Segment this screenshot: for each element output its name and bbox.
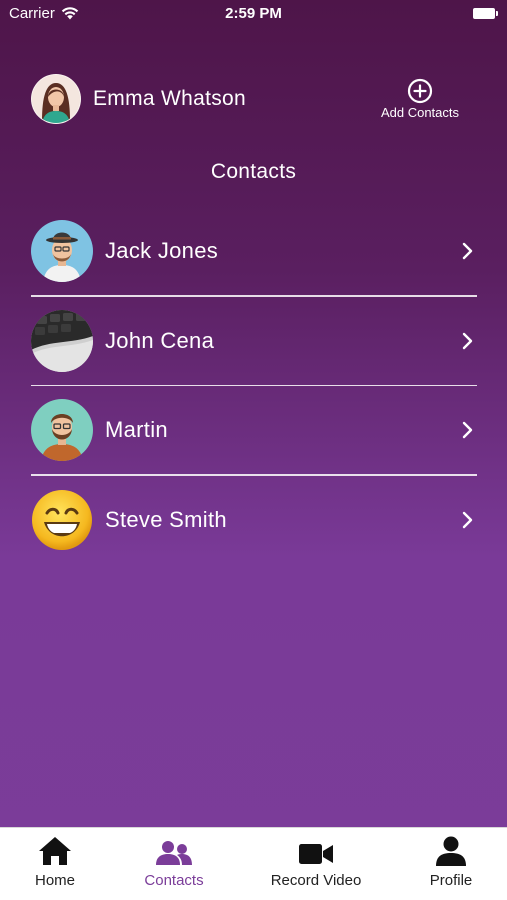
user-avatar [31,74,81,124]
chevron-right-icon [462,421,473,439]
keyboard-photo-avatar-icon [31,309,93,372]
status-bar: Carrier 2:59 PM [0,0,507,28]
battery-icon [473,8,498,19]
status-time: 2:59 PM [225,5,282,22]
grinning-emoji-avatar-icon [32,489,92,550]
tab-home-label: Home [34,872,75,889]
tab-home[interactable]: Home [22,834,88,894]
contact-row-jack-jones[interactable]: Jack Jones [31,207,477,295]
contact-avatar [31,399,93,461]
tab-record-video[interactable]: Record Video [262,834,370,894]
contact-list: Jack Jones John Cena Martin Steve Smith [31,207,477,564]
tab-profile-label: Profile [429,872,473,889]
contact-name: Steve Smith [105,506,227,532]
plus-circle-icon [407,78,433,104]
contact-name: Jack Jones [105,238,219,263]
page-title: Contacts [210,160,297,183]
contact-row-martin[interactable]: Martin [31,386,477,474]
tab-contacts-label: Contacts [144,872,204,889]
contact-avatar [31,220,93,282]
current-user[interactable]: Emma Whatson [31,74,246,124]
contact-row-john-cena[interactable]: John Cena [31,297,477,385]
contact-name: John Cena [105,327,215,353]
user-name: Emma Whatson [93,87,246,110]
woman-avatar-icon [32,75,80,123]
tab-contacts[interactable]: Contacts [136,834,212,894]
chevron-right-icon [462,511,473,528]
tab-bar: Home Contacts Record Video Profile [0,827,507,900]
add-contacts-label: Add Contacts [380,105,460,120]
contact-avatar [31,309,93,372]
contact-row-steve-smith[interactable]: Steve Smith [31,476,477,564]
chevron-right-icon [462,332,473,349]
add-contacts-button[interactable]: Add Contacts [372,78,468,120]
bearded-man-avatar-icon [31,399,93,461]
chevron-right-icon [462,242,473,260]
home-icon [39,837,71,865]
app-screen: Carrier 2:59 PM Emma Whatson Add Contact… [0,0,507,900]
tab-profile[interactable]: Profile [420,834,482,894]
tab-record-video-label: Record Video [270,872,362,889]
man-with-hat-avatar-icon [31,220,93,282]
contact-name: Martin [105,417,168,442]
video-camera-icon [299,844,333,864]
person-icon [436,836,466,866]
contact-avatar [31,489,93,551]
people-icon [156,841,192,865]
